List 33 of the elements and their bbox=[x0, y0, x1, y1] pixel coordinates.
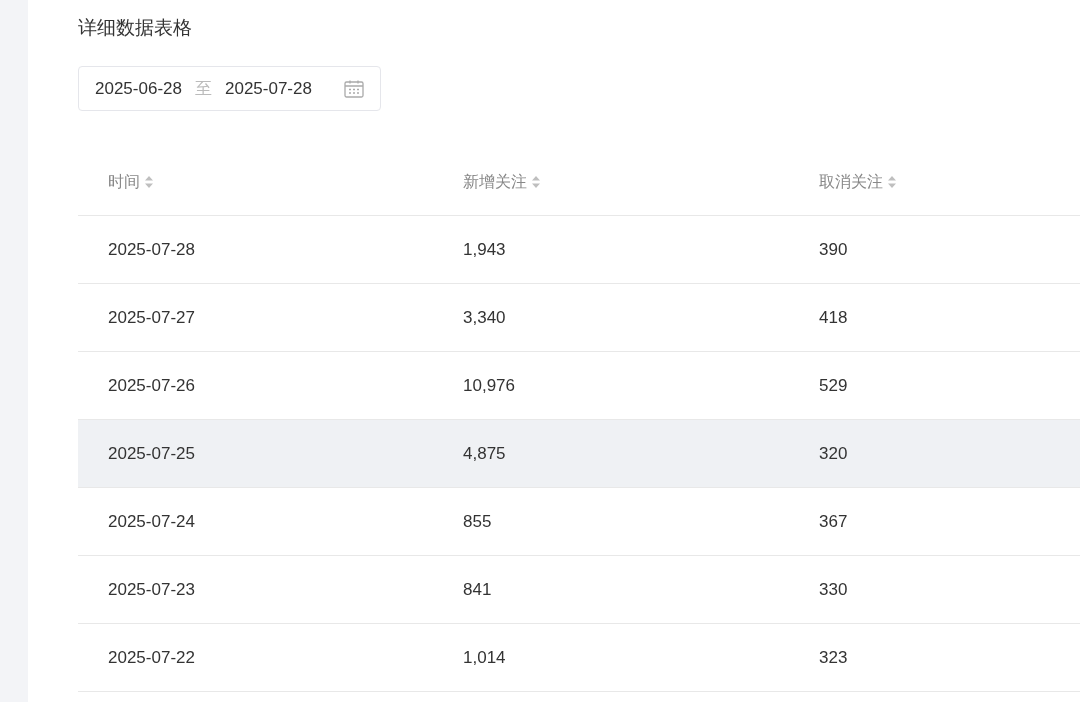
table-cell: 855 bbox=[463, 511, 492, 531]
column-header[interactable]: 时间 bbox=[108, 170, 140, 194]
table-cell: 323 bbox=[819, 647, 848, 667]
range-separator: 至 bbox=[194, 77, 212, 100]
table-cell: 2025-07-28 bbox=[108, 239, 195, 259]
calendar-icon bbox=[344, 79, 364, 98]
table-cell: 367 bbox=[819, 511, 848, 531]
table-cell: 4,875 bbox=[463, 443, 506, 463]
table-cell: 390 bbox=[819, 239, 848, 259]
table-cell: 2025-07-23 bbox=[108, 579, 195, 599]
table-cell: 2025-07-22 bbox=[108, 647, 195, 667]
table-cell: 1,014 bbox=[463, 647, 506, 667]
section-title: 详细数据表格 bbox=[78, 16, 193, 40]
table-cell: 841 bbox=[463, 579, 492, 599]
table-cell: 1,943 bbox=[463, 239, 506, 259]
column-header[interactable]: 新增关注 bbox=[463, 170, 527, 194]
table-cell: 320 bbox=[819, 443, 848, 463]
end-date: 2025-07-28 bbox=[224, 77, 312, 100]
table-cell: 2025-07-27 bbox=[108, 307, 195, 327]
sort-icon bbox=[144, 175, 154, 189]
table-cell: 2025-07-24 bbox=[108, 511, 195, 531]
table-cell: 529 bbox=[819, 375, 848, 395]
table-cell: 10,976 bbox=[463, 375, 515, 395]
sort-icon bbox=[531, 175, 541, 189]
table-cell: 330 bbox=[819, 579, 848, 599]
table-cell: 418 bbox=[819, 307, 848, 327]
table-cell: 2025-07-25 bbox=[108, 443, 195, 463]
date-range-picker[interactable]: 2025-06-28 至 2025-07-28 bbox=[78, 66, 381, 111]
table-cell: 3,340 bbox=[463, 307, 506, 327]
start-date: 2025-06-28 bbox=[95, 77, 182, 100]
sort-icon bbox=[887, 175, 897, 189]
table-cell: 2025-07-26 bbox=[108, 375, 195, 395]
column-header[interactable]: 取消关注 bbox=[819, 170, 883, 194]
